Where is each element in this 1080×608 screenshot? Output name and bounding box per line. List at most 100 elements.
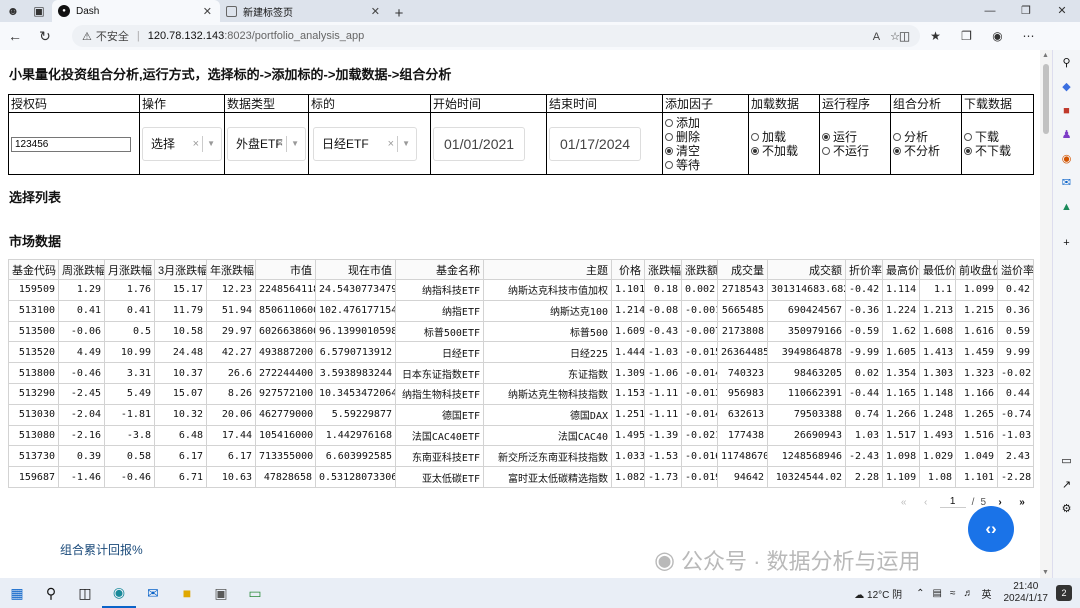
data-type-dropdown[interactable]: 外盘ETF × ▼ <box>227 126 306 161</box>
store-icon[interactable]: ▣ <box>204 578 238 608</box>
close-window-icon[interactable]: ✕ <box>1044 0 1080 22</box>
download-option-download[interactable]: 下载 <box>964 130 1031 144</box>
tab-new[interactable]: 新建标签页 ✕ <box>220 0 388 22</box>
factor-option-clear[interactable]: 清空 <box>665 144 746 158</box>
settings-gear-icon[interactable]: ⚙ <box>1053 498 1080 520</box>
column-header[interactable]: 基金名称 <box>395 259 484 280</box>
refresh-icon[interactable]: ↻ <box>30 28 60 45</box>
radio-button[interactable] <box>964 146 972 155</box>
column-header[interactable]: 现在市值 <box>315 259 396 280</box>
radio-button[interactable] <box>751 146 759 155</box>
radio-button[interactable] <box>665 160 673 169</box>
profile-icon[interactable]: ☻ <box>0 0 26 22</box>
minimize-icon[interactable]: — <box>972 0 1008 22</box>
read-aloud-icon[interactable]: A <box>873 31 890 43</box>
restore-icon[interactable]: ❐ <box>1008 0 1044 22</box>
collections-icon[interactable]: ❐ <box>951 29 982 43</box>
column-header[interactable]: 成交额 <box>767 259 846 280</box>
column-header[interactable]: 溢价率 <box>997 259 1034 280</box>
extensions-icon[interactable]: ◉ <box>982 29 1013 43</box>
office-icon[interactable]: ◉ <box>1053 148 1080 170</box>
search-icon[interactable]: ⚲ <box>1053 52 1080 74</box>
more-menu-icon[interactable]: ⋯ <box>1013 29 1044 43</box>
radio-button[interactable] <box>665 146 673 155</box>
clear-icon[interactable]: × <box>193 138 199 150</box>
column-header[interactable]: 市值 <box>255 259 316 280</box>
column-header[interactable]: 价格 <box>611 259 645 280</box>
add-sidebar-icon[interactable]: + <box>1053 232 1080 254</box>
chevron-down-icon[interactable]: ▼ <box>402 139 410 148</box>
clear-icon[interactable]: × <box>277 138 283 150</box>
outlook-icon[interactable]: ✉ <box>1053 172 1080 194</box>
column-header[interactable]: 最高价 <box>882 259 920 280</box>
column-header[interactable]: 基金代码 <box>8 259 59 280</box>
scroll-up-icon[interactable]: ▲ <box>1042 52 1049 59</box>
code-toggle-button[interactable]: ‹› <box>968 506 1014 552</box>
factor-option-add[interactable]: 添加 <box>665 116 746 130</box>
column-header[interactable]: 年涨跌幅 <box>206 259 256 280</box>
close-tab-icon[interactable]: ✕ <box>371 5 380 18</box>
cumulative-return-tab[interactable]: 组合累计回报% <box>60 541 143 558</box>
tab-dash[interactable]: ● Dash ✕ <box>52 0 220 22</box>
notification-badge[interactable]: 2 <box>1056 585 1072 601</box>
input-method[interactable]: 英 <box>982 586 992 601</box>
scroll-thumb[interactable] <box>1043 64 1049 134</box>
back-icon[interactable]: ← <box>0 28 30 44</box>
factor-option-delete[interactable]: 删除 <box>665 130 746 144</box>
load-option-no-load[interactable]: 不加载 <box>751 144 817 158</box>
radio-button[interactable] <box>665 132 673 141</box>
start-windows-icon[interactable]: ▦ <box>0 578 34 608</box>
warning-icon[interactable]: ⚠ <box>82 30 92 43</box>
column-header[interactable]: 月涨跌幅 <box>104 259 155 280</box>
chevron-up-icon[interactable]: ⌃ <box>916 588 924 599</box>
auth-code-input[interactable] <box>11 136 131 152</box>
file-explorer-icon[interactable]: ■ <box>170 578 204 608</box>
toolbox-icon[interactable]: ■ <box>1053 100 1080 122</box>
column-header[interactable]: 周涨跌幅 <box>58 259 105 280</box>
column-header[interactable]: 涨跌额 <box>681 259 718 280</box>
volume-icon[interactable]: ♬ <box>964 588 974 599</box>
favorites-icon[interactable]: ★ <box>920 29 951 43</box>
wifi-icon[interactable]: ≈ <box>950 588 956 599</box>
load-option-load[interactable]: 加载 <box>751 130 817 144</box>
download-option-no-download[interactable]: 不下载 <box>964 144 1031 158</box>
analysis-option-analyze[interactable]: 分析 <box>893 130 959 144</box>
end-date-input[interactable]: 01/17/2024 <box>549 126 641 161</box>
column-header[interactable]: 3月涨跌幅 <box>154 259 207 280</box>
prev-page-button[interactable]: ‹ <box>918 497 934 508</box>
chevron-down-icon[interactable]: ▼ <box>207 139 215 148</box>
bing-icon[interactable]: ▲ <box>1053 196 1080 218</box>
radio-button[interactable] <box>893 146 901 155</box>
radio-button[interactable] <box>964 132 972 141</box>
chevron-down-icon[interactable]: ▼ <box>291 139 299 148</box>
tag-icon[interactable]: ◆ <box>1053 76 1080 98</box>
target-dropdown[interactable]: 日经ETF × ▼ <box>313 126 417 161</box>
run-option-run[interactable]: 运行 <box>822 130 888 144</box>
address-bar[interactable]: ⚠ 不安全 | 120.78.132.143 :8023/portfolio_a… <box>72 25 920 47</box>
radio-button[interactable] <box>665 118 673 127</box>
new-tab-button[interactable]: + <box>388 5 410 22</box>
sidebar-layout-icon[interactable]: ▭ <box>1053 450 1080 472</box>
search-icon[interactable]: ⚲ <box>34 578 68 608</box>
split-screen-icon[interactable]: ◫ <box>889 29 920 43</box>
column-header[interactable]: 前收盘价 <box>955 259 998 280</box>
column-header[interactable]: 涨跌幅 <box>644 259 682 280</box>
last-page-button[interactable]: » <box>1014 497 1030 508</box>
clear-icon[interactable]: × <box>388 138 394 150</box>
network-icon[interactable]: ▤ <box>933 588 942 599</box>
factor-option-wait[interactable]: 等待 <box>665 158 746 172</box>
radio-button[interactable] <box>893 132 901 141</box>
page-number-input[interactable]: 1 <box>939 496 966 508</box>
games-icon[interactable]: ♟ <box>1053 124 1080 146</box>
terminal-icon[interactable]: ▭ <box>238 578 272 608</box>
column-header[interactable]: 成交量 <box>717 259 768 280</box>
column-header[interactable]: 折价率 <box>845 259 883 280</box>
run-option-no-run[interactable]: 不运行 <box>822 144 888 158</box>
radio-button[interactable] <box>822 132 830 141</box>
weather-widget[interactable]: ☁ 12°C 阴 <box>854 586 902 601</box>
column-header[interactable]: 最低价 <box>919 259 956 280</box>
column-header[interactable]: 主题 <box>483 259 612 280</box>
security-label[interactable]: 不安全 <box>96 28 129 44</box>
edge-browser-icon[interactable]: ◉ <box>102 578 136 608</box>
page-scrollbar[interactable]: ▲ ▼ <box>1040 50 1052 578</box>
